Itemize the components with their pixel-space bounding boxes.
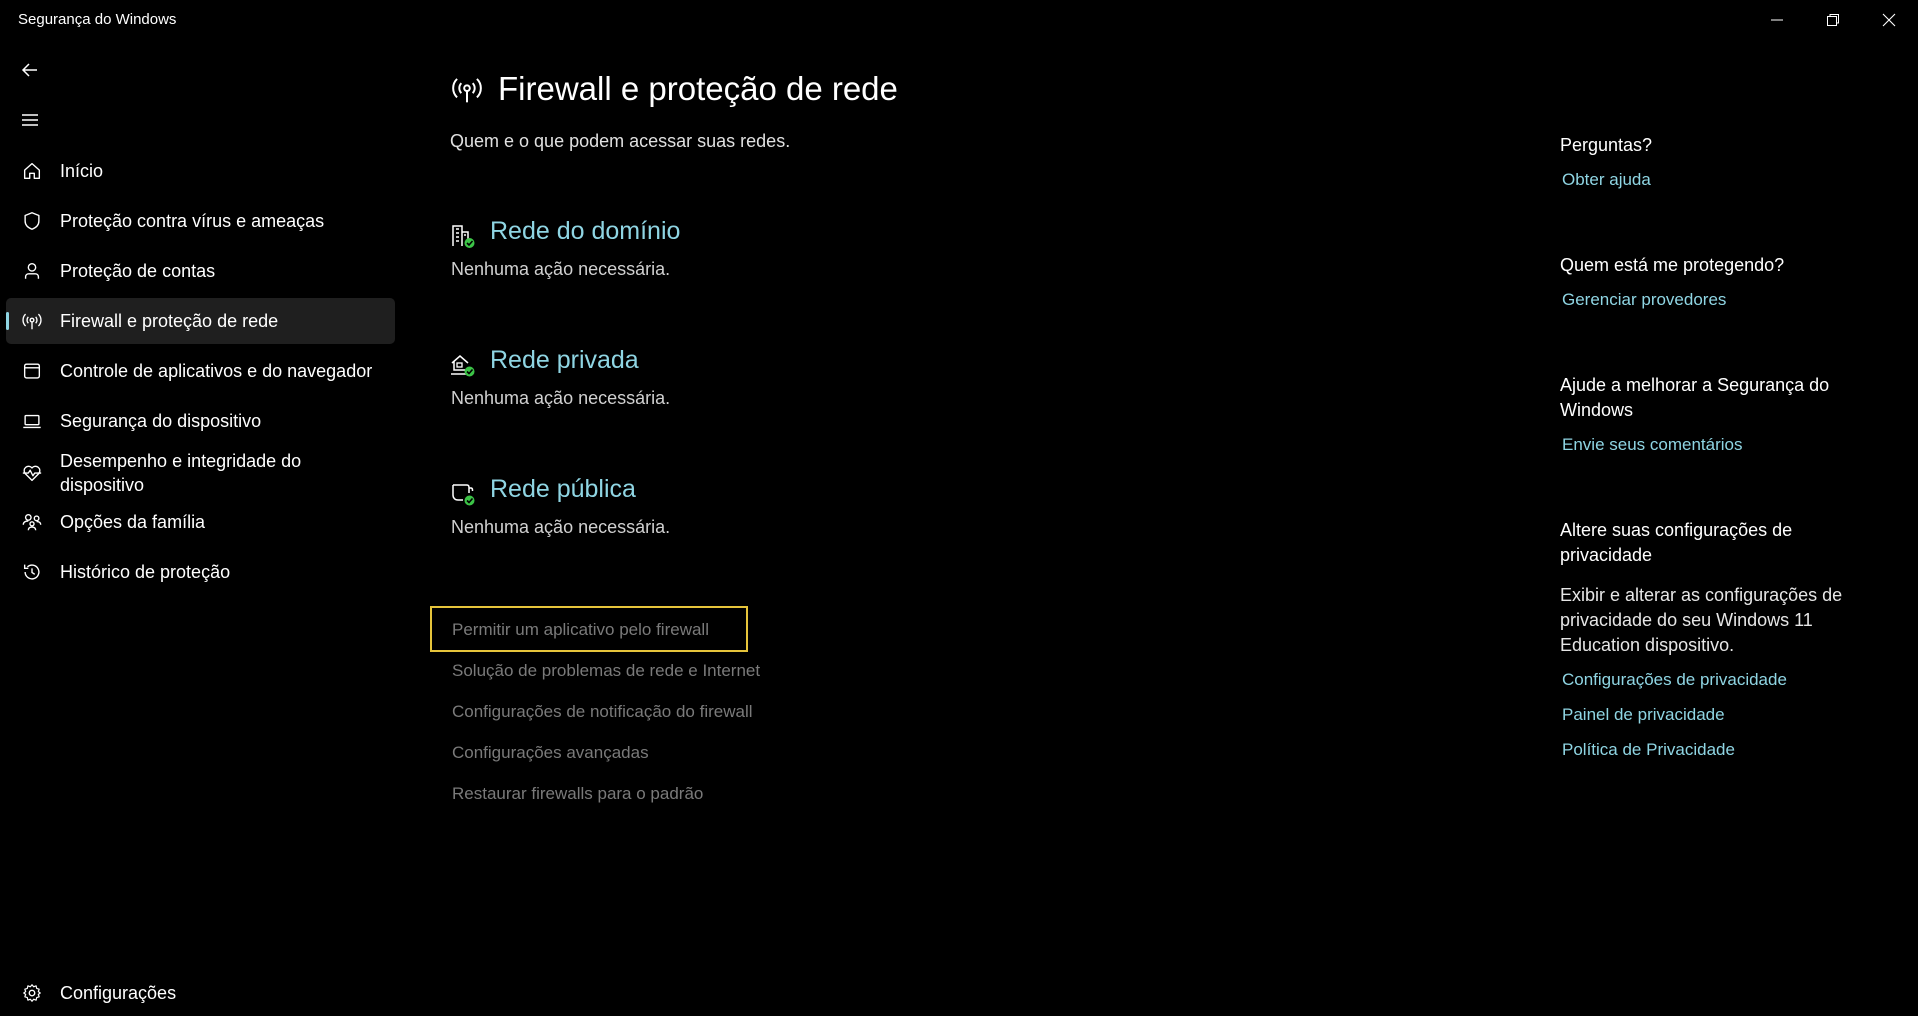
protecting-heading: Quem está me protegendo? xyxy=(1560,255,1785,275)
wireless-icon xyxy=(452,78,482,103)
history-icon xyxy=(20,560,44,584)
sidebar-item-label: Desempenho e integridade do dispositivo xyxy=(60,451,302,495)
family-icon xyxy=(20,510,44,534)
sidebar-item-firewall[interactable]: Firewall e proteção de rede xyxy=(6,298,395,344)
sidebar-item-label: Início xyxy=(60,161,104,181)
network-status: Nenhuma ação necessária. xyxy=(451,388,671,408)
home-icon xyxy=(20,159,44,183)
domain-network-section: Rede do domínio Nenhuma ação necessária. xyxy=(450,217,950,297)
restore-button[interactable] xyxy=(1805,0,1861,40)
sidebar-item-app-browser-control[interactable]: Controle de aplicativos e do navegador xyxy=(6,348,395,394)
privacy-settings-link[interactable]: Configurações de privacidade xyxy=(1562,670,1787,690)
gear-icon xyxy=(20,981,44,1005)
hamburger-icon xyxy=(22,114,38,126)
sidebar-item-protection-history[interactable]: Histórico de proteção xyxy=(6,549,395,595)
sidebar-item-label: Segurança do dispositivo xyxy=(60,411,262,431)
close-icon xyxy=(1882,13,1896,27)
laptop-icon xyxy=(20,409,44,433)
network-title-link[interactable]: Rede privada xyxy=(490,346,639,375)
network-title-link[interactable]: Rede do domínio xyxy=(490,217,680,246)
page-title: Firewall e proteção de rede xyxy=(498,70,898,107)
privacy-policy-link[interactable]: Política de Privacidade xyxy=(1562,740,1735,760)
improve-heading: Ajude a melhorar a Segurança do Windows xyxy=(1560,375,1830,420)
get-help-link[interactable]: Obter ajuda xyxy=(1562,170,1651,190)
sidebar-item-label: Firewall e proteção de rede xyxy=(60,311,279,331)
advanced-settings-link[interactable]: Configurações avançadas xyxy=(452,743,649,763)
public-network-section: Rede pública Nenhuma ação necessária. xyxy=(450,475,950,555)
shield-icon xyxy=(20,209,44,233)
wireless-icon xyxy=(20,309,44,333)
questions-heading: Perguntas? xyxy=(1560,135,1653,155)
sidebar-item-label: Proteção contra vírus e ameaças xyxy=(60,211,325,231)
back-button[interactable] xyxy=(16,56,44,84)
manage-providers-link[interactable]: Gerenciar provedores xyxy=(1562,290,1726,310)
public-network-icon xyxy=(452,484,475,506)
sidebar-item-label: Proteção de contas xyxy=(60,261,216,281)
restore-firewalls-link[interactable]: Restaurar firewalls para o padrão xyxy=(452,784,703,804)
page-subtitle: Quem e o que podem acessar suas redes. xyxy=(450,131,791,151)
network-status: Nenhuma ação necessária. xyxy=(451,259,671,279)
privacy-description: Exibir e alterar as configurações de pri… xyxy=(1560,585,1843,655)
close-button[interactable] xyxy=(1861,0,1917,40)
network-title-link[interactable]: Rede pública xyxy=(490,475,636,504)
sidebar-item-family-options[interactable]: Opções da família xyxy=(6,499,395,545)
sidebar-item-label: Controle de aplicativos e do navegador xyxy=(60,361,373,381)
sidebar-item-virus-protection[interactable]: Proteção contra vírus e ameaças xyxy=(6,198,395,244)
domain-network-icon xyxy=(452,225,475,248)
sidebar-item-device-security[interactable]: Segurança do dispositivo xyxy=(6,398,395,444)
private-network-section: Rede privada Nenhuma ação necessária. xyxy=(450,346,950,426)
sidebar-item-account-protection[interactable]: Proteção de contas xyxy=(6,248,395,294)
heart-pulse-icon xyxy=(20,461,44,485)
privacy-dashboard-link[interactable]: Painel de privacidade xyxy=(1562,705,1725,725)
menu-button[interactable] xyxy=(16,106,44,134)
firewall-notification-settings-link[interactable]: Configurações de notificação do firewall xyxy=(452,702,753,722)
sidebar-item-settings[interactable]: Configurações xyxy=(6,970,395,1016)
app-title: Segurança do Windows xyxy=(18,11,177,28)
troubleshoot-network-link[interactable]: Solução de problemas de rede e Internet xyxy=(452,661,760,681)
minimize-icon xyxy=(1771,19,1783,21)
back-arrow-icon xyxy=(21,63,37,77)
private-network-icon xyxy=(451,355,475,377)
sidebar-item-label: Opções da família xyxy=(60,512,206,532)
app-window-icon xyxy=(20,359,44,383)
minimize-button[interactable] xyxy=(1749,0,1805,40)
sidebar-item-device-health[interactable]: Desempenho e integridade do dispositivo xyxy=(6,447,395,499)
network-status: Nenhuma ação necessária. xyxy=(451,517,671,537)
sidebar-item-inicio[interactable]: Início xyxy=(6,148,395,194)
person-icon xyxy=(20,259,44,283)
send-feedback-link[interactable]: Envie seus comentários xyxy=(1562,435,1742,455)
allow-app-firewall-link[interactable]: Permitir um aplicativo pelo firewall xyxy=(452,620,709,640)
restore-icon xyxy=(1827,14,1839,26)
sidebar-item-label: Configurações xyxy=(60,983,177,1003)
privacy-heading: Altere suas configurações de privacidade xyxy=(1560,520,1793,565)
sidebar-item-label: Histórico de proteção xyxy=(60,562,231,582)
